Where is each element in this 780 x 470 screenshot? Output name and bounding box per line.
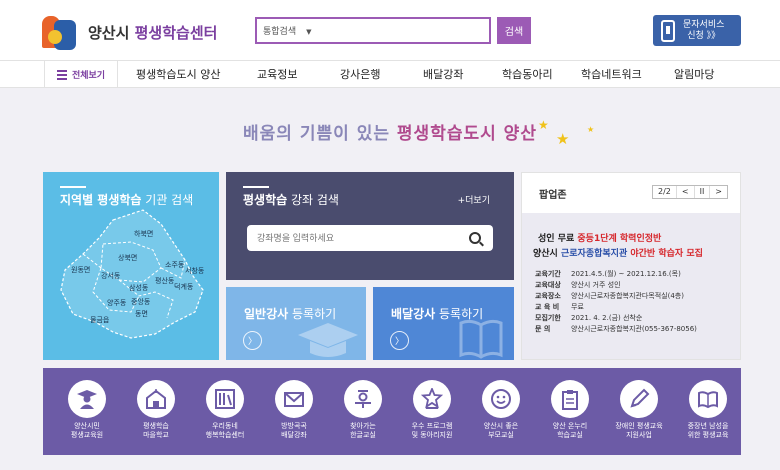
nav-item-notices[interactable]: 알림마당 xyxy=(674,61,714,88)
service-lifelong-institute[interactable]: 양산시민 평생교육원 xyxy=(55,380,119,440)
pen-icon xyxy=(620,380,658,418)
district-label[interactable]: 강서동 xyxy=(101,271,121,280)
district-label[interactable]: 덕계동 xyxy=(174,282,194,291)
mail-icon xyxy=(275,380,313,418)
district-label[interactable]: 중앙동 xyxy=(131,298,151,306)
district-label[interactable]: 평산동 xyxy=(155,276,175,285)
popup-pager: 2/2 xyxy=(658,187,671,196)
popup-banner[interactable]: 성인 무료 중등1단계 학력인정반 양산시 근로자종합복지관 야간반 학습자 모… xyxy=(522,213,740,359)
slogan: 배움의 기쁨이 있는 평생학습도시 양산 xyxy=(0,119,780,144)
service-middle-aged-men[interactable]: 중장년 남성을 위한 평생교육 xyxy=(676,380,740,440)
global-search: 통합검색 ▼ xyxy=(255,17,491,44)
service-shortcuts: 양산시민 평생교육원 평생학습 마을학교 우리동네 행복학습센터 방방곡곡 배달강좌 xyxy=(43,368,741,455)
district-label[interactable]: 상북면 xyxy=(118,253,137,262)
all-menu-label: 전체보기 xyxy=(71,71,106,81)
all-menu-button[interactable]: 전체보기 xyxy=(44,61,118,88)
bookshelf-icon xyxy=(206,380,244,418)
detail-row: 문 의 양산시근로자종합복지관(055-367-8056) xyxy=(535,325,697,333)
parent-icon xyxy=(482,380,520,418)
region-search-panel: 지역별 평생학습 기관 검색 하북면 상북면 원동면 강서동 소주동 서창동 평… xyxy=(43,172,219,360)
slogan-part1: 배움의 기쁨이 있는 xyxy=(243,124,397,144)
district-label[interactable]: 서창동 xyxy=(185,266,205,275)
site-logo[interactable]: 양산시 평생학습센터 xyxy=(40,12,217,52)
district-label[interactable]: 삼성동 xyxy=(129,283,149,292)
district-label[interactable]: 소주동 xyxy=(165,261,185,269)
site-title-prefix: 양산시 xyxy=(88,23,135,42)
search-category-label: 통합검색 xyxy=(263,27,297,37)
detail-row: 교육대상 양산시 거주 성인 xyxy=(535,281,621,289)
sms-service-label: 문자서비스 xyxy=(683,19,725,30)
district-label[interactable]: 동면 xyxy=(135,309,148,318)
district-label[interactable]: 원동면 xyxy=(71,265,90,274)
graduation-cap-icon xyxy=(298,323,358,357)
search-icon[interactable] xyxy=(469,232,481,244)
nav-item-instructor-bank[interactable]: 강사은행 xyxy=(340,61,380,88)
service-onnuri-class[interactable]: 양산 온누리 학습교실 xyxy=(538,380,602,440)
nav-item-study-club[interactable]: 학습동아리 xyxy=(502,61,553,88)
popup-headline: 성인 무료 중등1단계 학력인정반 xyxy=(538,234,662,244)
service-delivery-course[interactable]: 방방곡곡 배달강좌 xyxy=(262,380,326,440)
search-input[interactable] xyxy=(333,19,489,42)
main-navigation: 전체보기 평생학습도시 양산 교육정보 강사은행 배달강좌 학습동아리 학습네트… xyxy=(0,60,780,88)
more-link[interactable]: +더보기 xyxy=(458,193,490,206)
nav-item-education-info[interactable]: 교육정보 xyxy=(257,61,297,88)
arrow-right-icon: 〉 xyxy=(243,331,262,350)
district-label[interactable]: 물금읍 xyxy=(90,316,110,324)
district-label[interactable]: 하북면 xyxy=(134,229,153,238)
detail-row: 모집기한 2021. 4. 2.(금) 선착순 xyxy=(535,314,643,322)
service-happy-learning-center[interactable]: 우리동네 행복학습센터 xyxy=(193,380,257,440)
star-icon: ★ xyxy=(556,130,570,148)
book-icon xyxy=(459,319,503,359)
popup-subheadline: 양산시 근로자종합복지관 야간반 학습자 모집 xyxy=(533,249,703,259)
graduate-icon xyxy=(68,380,106,418)
service-village-school[interactable]: 평생학습 마을학교 xyxy=(124,380,188,440)
page: 양산시 평생학습센터 통합검색 ▼ 검색 문자서비스 신청 》》 전체보기 평생학… xyxy=(0,0,780,470)
nav-item-lifelong-city[interactable]: 평생학습도시 양산 xyxy=(136,61,220,88)
clipboard-icon xyxy=(551,380,589,418)
service-parent-class[interactable]: 양산시 좋은 부모교실 xyxy=(469,380,533,440)
site-title: 양산시 평생학습센터 xyxy=(88,22,217,43)
detail-row: 교육기간 2021.4.5.(월) ~ 2021.12.16.(목) xyxy=(535,270,681,278)
popup-zone: 팝업존 2/2 < II > 성인 무료 중등1단계 학력인정반 양산시 근로자… xyxy=(521,172,741,360)
yangsan-seal-logo xyxy=(40,12,80,52)
service-program-club-support[interactable]: 우수 프로그램 및 동아리지원 xyxy=(400,380,464,440)
region-map[interactable]: 하북면 상북면 원동면 강서동 소주동 서창동 평산동 덕계동 삼성동 중앙동 … xyxy=(43,172,219,360)
hangul-icon xyxy=(344,380,382,418)
slogan-part2: 평생학습도시 양산 xyxy=(396,124,537,144)
phone-icon xyxy=(661,19,675,42)
search-category-select[interactable]: 통합검색 ▼ xyxy=(257,24,333,37)
nav-item-learning-network[interactable]: 학습네트워크 xyxy=(581,61,642,88)
service-hangul-class[interactable]: 찾아가는 한글교실 xyxy=(331,380,395,440)
star-badge-icon xyxy=(413,380,451,418)
detail-row: 교육장소 양산시근로자종합복지관다목적실(4층) xyxy=(535,292,684,300)
next-button[interactable]: > xyxy=(709,186,727,198)
lecture-search-title: 평생학습 강좌 검색 xyxy=(243,193,339,207)
prev-button[interactable]: < xyxy=(675,186,694,198)
search-button[interactable]: 검색 xyxy=(497,17,531,44)
book-icon xyxy=(689,380,727,418)
star-icon: ★ xyxy=(538,118,549,132)
lecture-search-panel: 평생학습 강좌 검색 +더보기 xyxy=(226,172,514,280)
district-label[interactable]: 양주동 xyxy=(107,299,127,307)
school-icon xyxy=(137,380,175,418)
register-delivery-instructor[interactable]: 배달강사 등록하기 〉 xyxy=(373,287,514,360)
arrow-right-icon: 〉 xyxy=(390,331,409,350)
site-title-accent: 평생학습센터 xyxy=(134,23,218,42)
site-header: 양산시 평생학습센터 통합검색 ▼ 검색 문자서비스 신청 》》 xyxy=(0,0,780,60)
main-content: 배움의 기쁨이 있는 평생학습도시 양산 ★ ★ ★ 지역별 평생학습 기관 검… xyxy=(0,88,780,470)
star-icon: ★ xyxy=(587,125,595,134)
service-disabled-education[interactable]: 장애인 평생교육 지원사업 xyxy=(607,380,671,440)
pause-button[interactable]: II xyxy=(693,186,710,198)
lecture-search-box xyxy=(247,225,493,251)
hamburger-icon xyxy=(56,68,67,82)
register-general-instructor[interactable]: 일반강사 등록하기 〉 xyxy=(226,287,366,360)
chevron-down-icon: ▼ xyxy=(306,28,312,36)
detail-row: 교 육 비 무료 xyxy=(535,303,584,311)
popup-controls: 2/2 < II > xyxy=(652,185,728,199)
popup-details: 교육기간 2021.4.5.(월) ~ 2021.12.16.(목) 교육대상 양산… xyxy=(535,269,697,335)
nav-item-delivery-course[interactable]: 배달강좌 xyxy=(423,61,463,88)
sms-service-button[interactable]: 문자서비스 신청 》》 xyxy=(653,15,741,46)
sms-service-sublabel: 신청 》》 xyxy=(687,30,721,41)
lecture-search-input[interactable] xyxy=(247,233,469,243)
